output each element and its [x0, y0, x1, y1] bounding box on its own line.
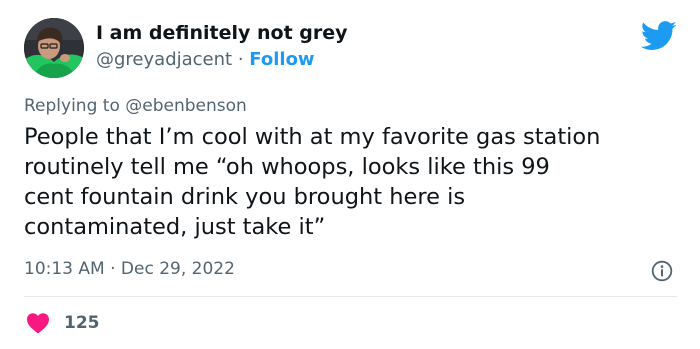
avatar[interactable]	[24, 18, 84, 78]
twitter-bird-icon[interactable]	[641, 21, 677, 51]
divider	[24, 296, 677, 297]
heart-icon	[27, 313, 49, 334]
tweet-time: 10:13 AM	[24, 259, 105, 279]
info-icon[interactable]	[651, 260, 673, 282]
tweet-text-line: People that I’m cool with at my favorite…	[24, 124, 601, 150]
tweet-text-line: cent fountain drink you brought here is	[24, 184, 466, 210]
like-button[interactable]: 125	[26, 310, 100, 336]
tweet-text-line: routinely tell me “oh whoops, looks like…	[24, 154, 550, 180]
replying-to-handle[interactable]: @ebenbenson	[125, 96, 247, 116]
follow-button[interactable]: Follow	[249, 49, 314, 70]
user-handle[interactable]: @greyadjacent	[96, 49, 232, 70]
tweet-date: Dec 29, 2022	[120, 259, 235, 279]
avatar-image	[24, 18, 84, 78]
tweet-timestamp[interactable]: 10:13 AM · Dec 29, 2022	[24, 259, 235, 279]
replying-to-label: Replying to	[24, 96, 120, 116]
handle-line: @greyadjacent · Follow	[96, 49, 315, 70]
tweet-text: People that I’m cool with at my favorite…	[24, 122, 684, 242]
replying-to: Replying to @ebenbenson	[24, 96, 247, 116]
handle-separator: ·	[237, 49, 244, 70]
timestamp-separator: ·	[110, 259, 116, 279]
display-name[interactable]: I am definitely not grey	[96, 22, 348, 44]
like-count: 125	[64, 313, 100, 333]
tweet-card: I am definitely not grey @greyadjacent ·…	[0, 0, 700, 349]
tweet-text-line: contaminated, just take it”	[24, 214, 326, 240]
